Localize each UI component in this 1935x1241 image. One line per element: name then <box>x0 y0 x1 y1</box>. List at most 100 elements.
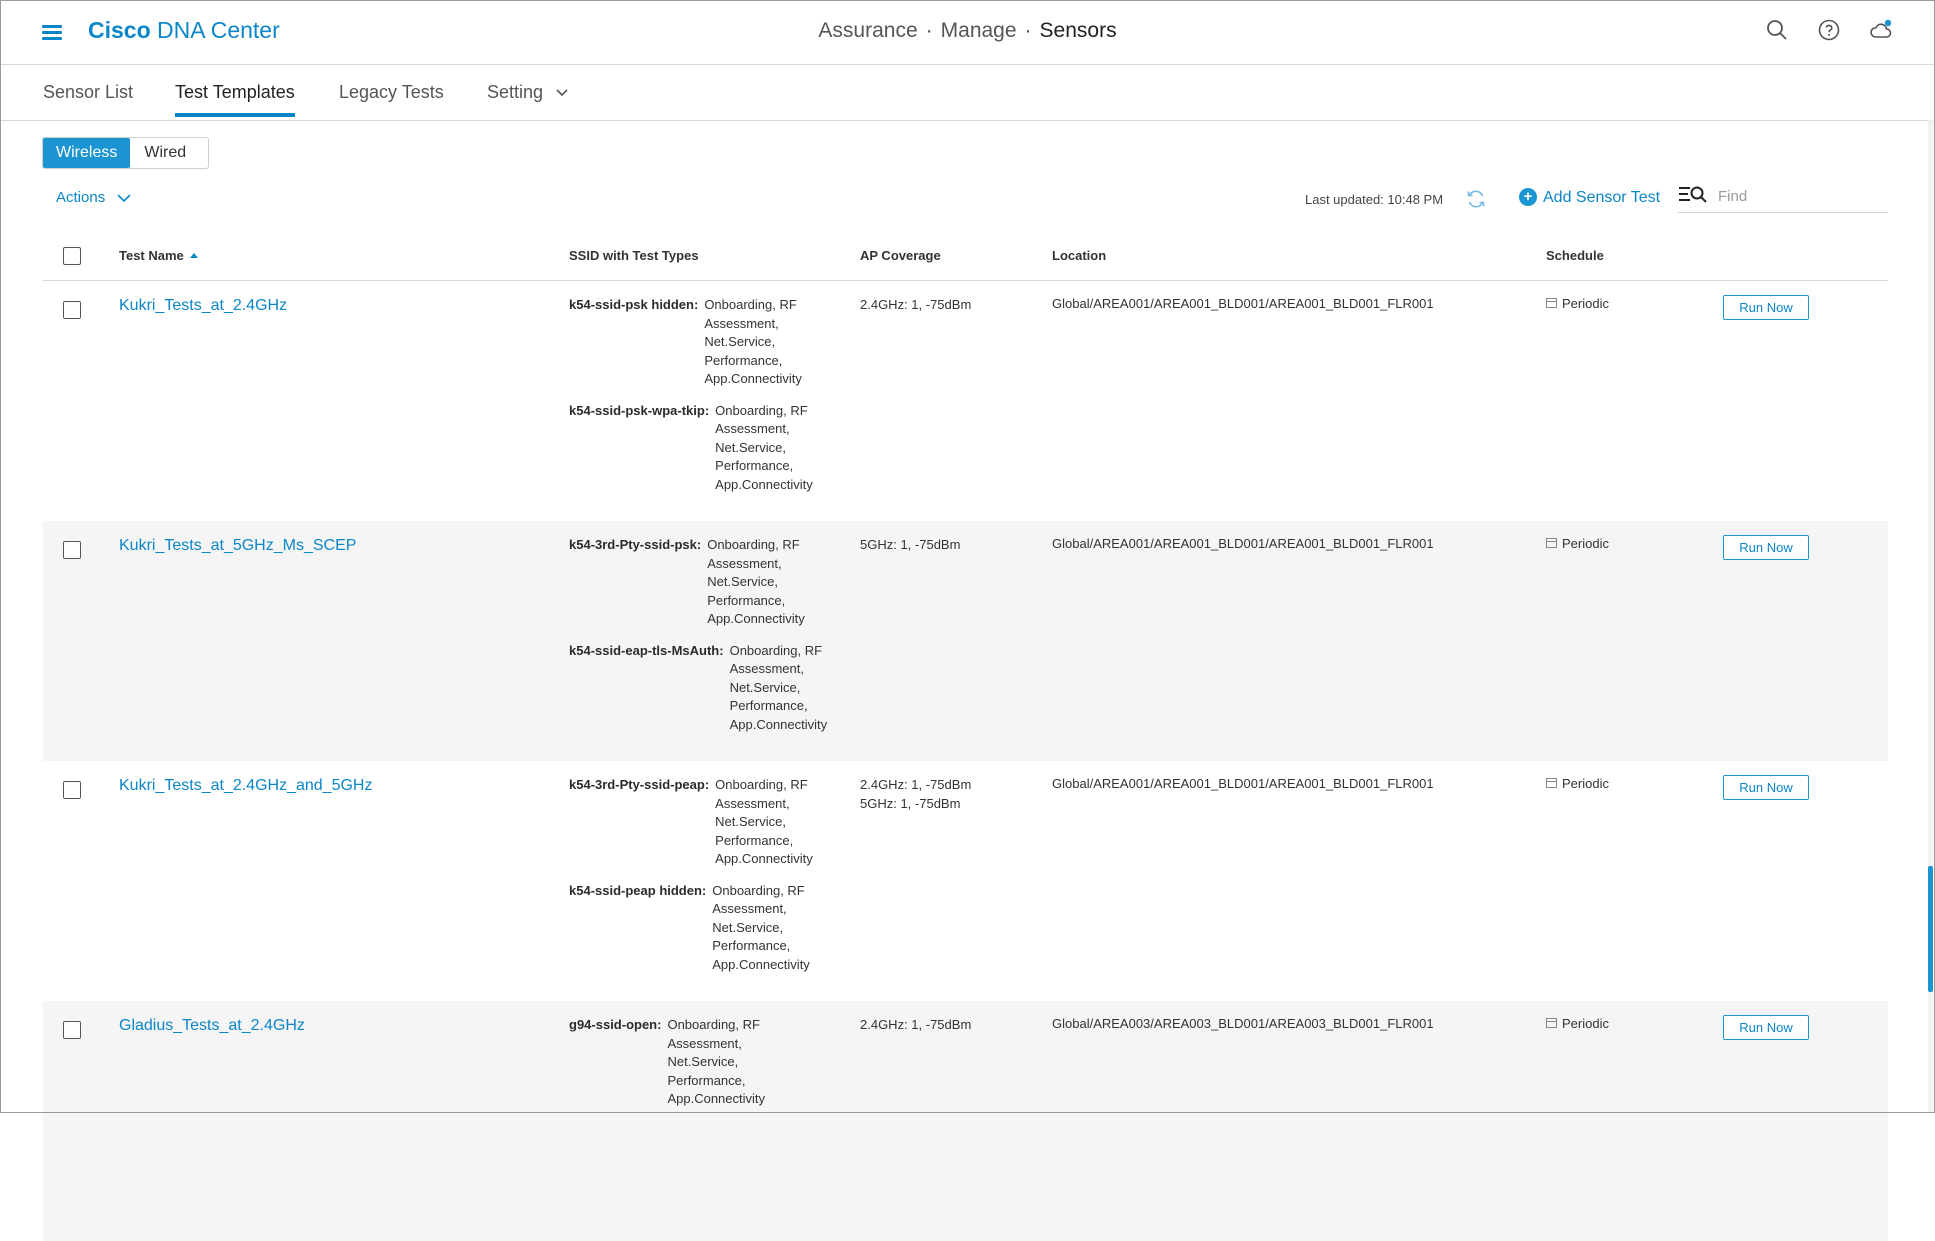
ssid-test-types: Onboarding, RF Assessment, Net.Service, … <box>704 297 802 386</box>
column-header-ssid[interactable]: SSID with Test Types <box>569 248 699 263</box>
ssid-list: k54-ssid-psk hidden: Onboarding, RF Asse… <box>569 296 859 507</box>
ssid-entry: k54-ssid-eap-tls-MsAuth: Onboarding, RF … <box>569 642 859 735</box>
row-checkbox[interactable] <box>63 301 81 319</box>
ssid-entry: g94-ssid-open: Onboarding, RF Assessment… <box>569 1016 859 1109</box>
table-row: Kukri_Tests_at_2.4GHz k54-ssid-psk hidde… <box>43 281 1888 521</box>
breadcrumb-separator: · <box>1024 19 1032 42</box>
breadcrumb: Assurance · Manage · Sensors <box>0 19 1935 43</box>
ssid-entry: k54-3rd-Pty-ssid-peap: Onboarding, RF As… <box>569 776 859 869</box>
row-checkbox[interactable] <box>63 541 81 559</box>
ssid-name: k54-ssid-psk hidden: <box>569 297 699 312</box>
schedule: Periodic <box>1546 536 1609 551</box>
tab-test-templates[interactable]: Test Templates <box>175 82 295 117</box>
location-text: Global/AREA001/AREA001_BLD001/AREA001_BL… <box>1052 776 1434 791</box>
ap-coverage: 2.4GHz: 1, -75dBm <box>860 296 971 315</box>
run-now-button[interactable]: Run Now <box>1723 775 1809 800</box>
breadcrumb-separator: · <box>925 19 933 42</box>
ssid-entry: k54-ssid-psk hidden: Onboarding, RF Asse… <box>569 296 859 389</box>
ap-coverage: 2.4GHz: 1, -75dBm 5GHz: 1, -75dBm <box>860 776 971 813</box>
schedule: Periodic <box>1546 296 1609 311</box>
tab-setting-label: Setting <box>487 82 544 102</box>
ssid-name: k54-ssid-eap-tls-MsAuth: <box>569 642 724 658</box>
schedule-text: Periodic <box>1562 296 1609 311</box>
calendar-icon <box>1546 1018 1557 1028</box>
ssid-test-types: Onboarding, RF Assessment, Net.Service, … <box>712 882 810 972</box>
ap-coverage: 2.4GHz: 1, -75dBm <box>860 1016 971 1035</box>
add-circle-icon: + <box>1519 188 1537 206</box>
ssid-test-types: Onboarding, RF Assessment, Net.Service, … <box>729 642 828 732</box>
add-sensor-test-label: Add Sensor Test <box>1543 189 1661 206</box>
vertical-scrollbar[interactable] <box>1928 120 1933 1113</box>
run-now-button[interactable]: Run Now <box>1723 295 1809 320</box>
ssid-name: g94-ssid-open: <box>569 1017 662 1032</box>
toggle-wired[interactable]: Wired <box>130 138 208 168</box>
sort-ascending-icon <box>189 253 198 258</box>
select-all-checkbox[interactable] <box>63 247 81 265</box>
test-name-link[interactable]: Gladius_Tests_at_2.4GHz <box>119 1017 305 1035</box>
test-name-link[interactable]: Kukri_Tests_at_2.4GHz <box>119 297 287 315</box>
breadcrumb-item-assurance[interactable]: Assurance <box>818 19 917 42</box>
row-checkbox[interactable] <box>63 781 81 799</box>
table-header: Test Name SSID with Test Types AP Covera… <box>43 230 1888 281</box>
run-now-button[interactable]: Run Now <box>1723 535 1809 560</box>
table-row: Kukri_Tests_at_2.4GHz_and_5GHz k54-3rd-P… <box>43 761 1888 1001</box>
ssid-list: g94-ssid-open: Onboarding, RF Assessment… <box>569 1016 859 1122</box>
column-header-ap-coverage[interactable]: AP Coverage <box>860 248 941 263</box>
ap-coverage-value: 5GHz: 1, -75dBm <box>860 795 961 811</box>
last-updated-text: Last updated: 10:48 PM <box>1305 192 1444 207</box>
calendar-icon <box>1546 298 1557 308</box>
ssid-entry: k54-3rd-Pty-ssid-psk: Onboarding, RF Ass… <box>569 536 859 629</box>
schedule-text: Periodic <box>1562 1016 1609 1031</box>
toggle-wireless[interactable]: Wireless <box>43 138 131 168</box>
find-field <box>1678 180 1888 213</box>
schedule-text: Periodic <box>1562 536 1609 551</box>
column-header-label: Test Name <box>119 248 184 263</box>
cloud-notification-icon[interactable] <box>1869 18 1893 42</box>
tab-setting[interactable]: Setting <box>487 82 568 103</box>
ap-coverage: 5GHz: 1, -75dBm <box>860 536 960 555</box>
top-bar: Cisco DNA Center Assurance · Manage · Sensor… <box>0 0 1935 65</box>
row-checkbox[interactable] <box>63 1021 81 1039</box>
ssid-test-types: Onboarding, RF Assessment, Net.Service, … <box>707 537 805 626</box>
search-icon[interactable] <box>1765 18 1789 42</box>
scrollbar-thumb[interactable] <box>1928 866 1933 992</box>
test-name-link[interactable]: Kukri_Tests_at_2.4GHz_and_5GHz <box>119 777 372 795</box>
tab-sensor-list[interactable]: Sensor List <box>43 82 133 103</box>
find-input[interactable] <box>1716 183 1888 209</box>
ssid-name: k54-3rd-Pty-ssid-peap: <box>569 777 710 792</box>
ssid-entry: k54-ssid-peap hidden: Onboarding, RF Ass… <box>569 882 859 975</box>
help-icon[interactable] <box>1817 18 1841 42</box>
schedule: Periodic <box>1546 776 1609 791</box>
table-row: Gladius_Tests_at_2.4GHz g94-ssid-open: O… <box>43 1001 1888 1241</box>
ssid-list: k54-3rd-Pty-ssid-psk: Onboarding, RF Ass… <box>569 536 859 747</box>
ap-coverage-value: 2.4GHz: 1, -75dBm <box>860 777 972 792</box>
chevron-down-icon <box>556 89 568 97</box>
add-sensor-test-button[interactable]: + Add Sensor Test <box>1519 188 1660 207</box>
column-header-location[interactable]: Location <box>1052 248 1106 263</box>
ssid-list: k54-3rd-Pty-ssid-peap: Onboarding, RF As… <box>569 776 859 987</box>
schedule-text: Periodic <box>1562 776 1609 791</box>
actions-dropdown[interactable]: Actions <box>56 189 131 206</box>
refresh-icon[interactable] <box>1465 188 1487 210</box>
breadcrumb-item-manage[interactable]: Manage <box>941 19 1017 42</box>
filter-search-icon[interactable] <box>1678 184 1708 206</box>
location-text: Global/AREA003/AREA003_BLD001/AREA003_BL… <box>1052 1016 1434 1031</box>
test-name-link[interactable]: Kukri_Tests_at_5GHz_Ms_SCEP <box>119 537 356 555</box>
location-text: Global/AREA001/AREA001_BLD001/AREA001_BL… <box>1052 296 1434 311</box>
run-now-button[interactable]: Run Now <box>1723 1015 1809 1040</box>
network-type-toggle: Wireless Wired <box>42 137 210 169</box>
tab-legacy-tests[interactable]: Legacy Tests <box>339 82 444 103</box>
schedule: Periodic <box>1546 1016 1609 1031</box>
calendar-icon <box>1546 778 1557 788</box>
ssid-name: k54-ssid-psk-wpa-tkip: <box>569 402 710 418</box>
ssid-name: k54-3rd-Pty-ssid-psk: <box>569 537 702 552</box>
ap-coverage-value: 5GHz: 1, -75dBm <box>860 537 961 552</box>
column-header-schedule[interactable]: Schedule <box>1546 248 1604 263</box>
chevron-down-icon <box>117 193 131 202</box>
tab-bar: Sensor List Test Templates Legacy Tests … <box>0 65 1935 121</box>
table-row: Kukri_Tests_at_5GHz_Ms_SCEP k54-3rd-Pty-… <box>43 521 1888 761</box>
column-header-test-name[interactable]: Test Name <box>119 248 198 263</box>
ssid-test-types: Onboarding, RF Assessment, Net.Service, … <box>715 777 813 866</box>
calendar-icon <box>1546 538 1557 548</box>
ap-coverage-value: 2.4GHz: 1, -75dBm <box>860 297 972 312</box>
